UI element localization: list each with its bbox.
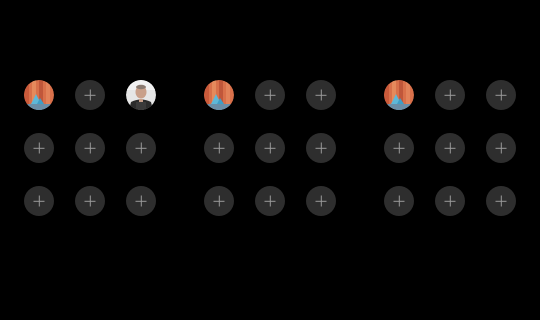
- add-slot-button[interactable]: [435, 186, 465, 216]
- plus-icon: [445, 143, 456, 154]
- screen: [0, 0, 540, 320]
- add-slot-button[interactable]: [75, 80, 105, 110]
- plus-icon: [85, 143, 96, 154]
- plus-icon: [394, 143, 405, 154]
- avatar-man-portrait[interactable]: [126, 80, 156, 110]
- plus-icon: [394, 196, 405, 207]
- add-slot-button[interactable]: [255, 80, 285, 110]
- add-slot-button[interactable]: [75, 186, 105, 216]
- add-slot-button[interactable]: [126, 186, 156, 216]
- plus-icon: [496, 90, 507, 101]
- add-slot-button[interactable]: [24, 186, 54, 216]
- add-slot-button[interactable]: [255, 133, 285, 163]
- add-slot-button[interactable]: [435, 80, 465, 110]
- orange-pattern-photo: [384, 80, 414, 110]
- plus-icon: [136, 196, 147, 207]
- avatar-group-1: [24, 80, 156, 216]
- plus-icon: [496, 196, 507, 207]
- add-slot-button[interactable]: [204, 133, 234, 163]
- plus-icon: [445, 90, 456, 101]
- plus-icon: [214, 143, 225, 154]
- plus-icon: [316, 90, 327, 101]
- plus-icon: [316, 143, 327, 154]
- add-slot-button[interactable]: [435, 133, 465, 163]
- plus-icon: [34, 196, 45, 207]
- add-slot-button[interactable]: [486, 133, 516, 163]
- plus-icon: [85, 90, 96, 101]
- plus-icon: [265, 90, 276, 101]
- man-portrait-photo: [126, 80, 156, 110]
- avatar-orange-pattern[interactable]: [24, 80, 54, 110]
- plus-icon: [214, 196, 225, 207]
- add-slot-button[interactable]: [306, 186, 336, 216]
- add-slot-button[interactable]: [24, 133, 54, 163]
- add-slot-button[interactable]: [486, 186, 516, 216]
- plus-icon: [136, 143, 147, 154]
- avatar-orange-pattern[interactable]: [384, 80, 414, 110]
- add-slot-button[interactable]: [204, 186, 234, 216]
- avatar-group-3: [384, 80, 516, 216]
- plus-icon: [265, 143, 276, 154]
- add-slot-button[interactable]: [384, 186, 414, 216]
- add-slot-button[interactable]: [255, 186, 285, 216]
- add-slot-button[interactable]: [126, 133, 156, 163]
- plus-icon: [316, 196, 327, 207]
- orange-pattern-photo: [204, 80, 234, 110]
- add-slot-button[interactable]: [75, 133, 105, 163]
- orange-pattern-photo: [24, 80, 54, 110]
- avatar-group-2: [204, 80, 336, 216]
- plus-icon: [34, 143, 45, 154]
- avatar-orange-pattern[interactable]: [204, 80, 234, 110]
- plus-icon: [85, 196, 96, 207]
- add-slot-button[interactable]: [384, 133, 414, 163]
- plus-icon: [445, 196, 456, 207]
- plus-icon: [496, 143, 507, 154]
- add-slot-button[interactable]: [306, 133, 336, 163]
- plus-icon: [265, 196, 276, 207]
- add-slot-button[interactable]: [306, 80, 336, 110]
- add-slot-button[interactable]: [486, 80, 516, 110]
